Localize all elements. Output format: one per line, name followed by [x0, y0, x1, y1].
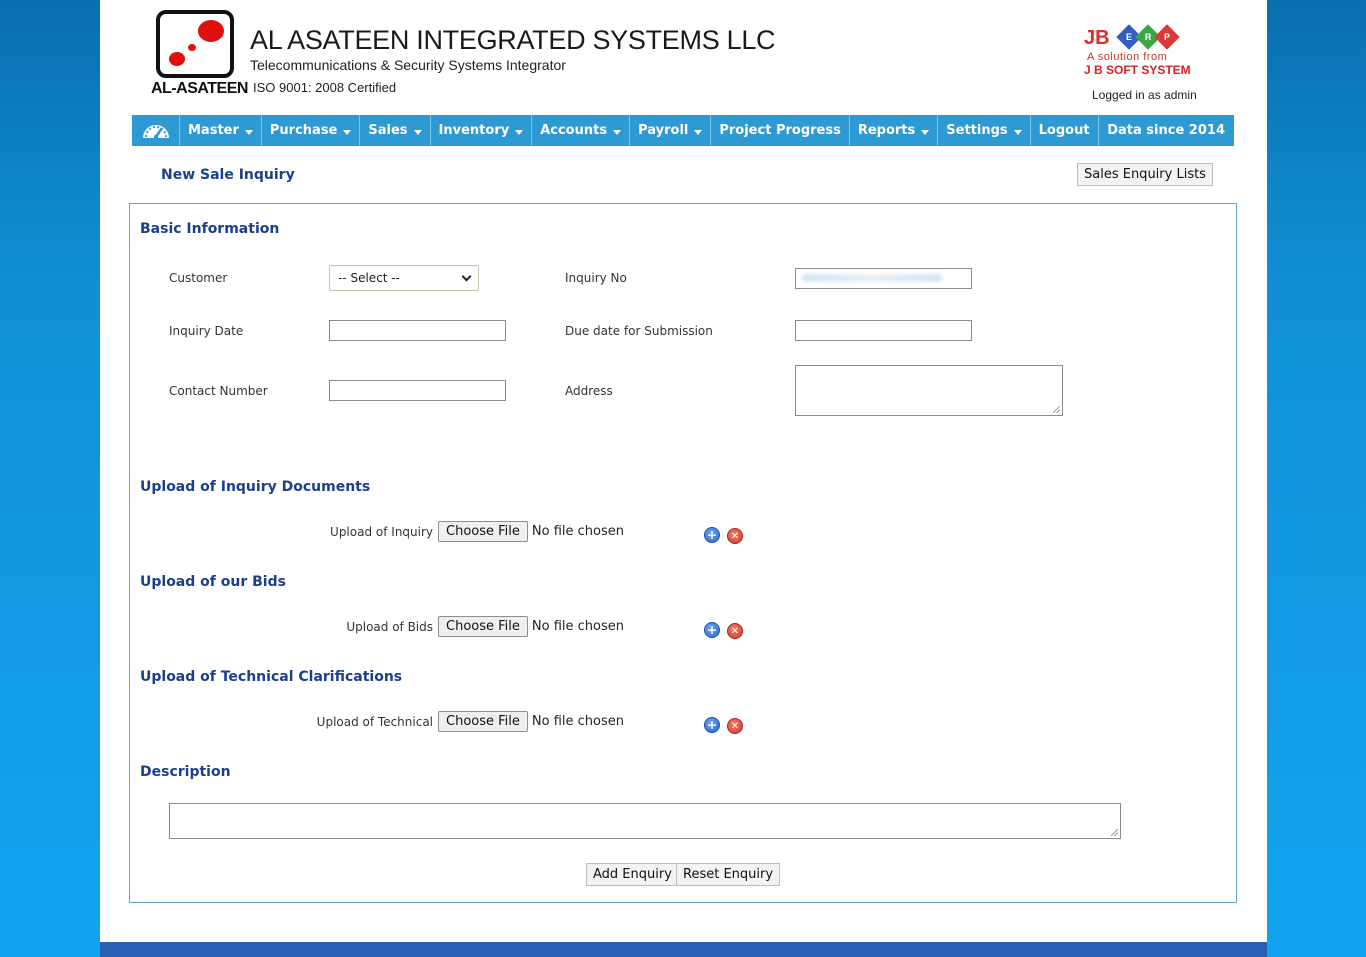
- contact-number-label: Contact Number: [169, 384, 268, 398]
- nav-inventory[interactable]: Inventory: [431, 115, 533, 146]
- company-name: AL ASATEEN INTEGRATED SYSTEMS LLC: [250, 25, 776, 55]
- remove-icon[interactable]: ✕: [727, 528, 743, 544]
- file-status: No file chosen: [531, 714, 624, 729]
- chevron-down-icon: [244, 129, 253, 135]
- page-container: AL-ASATEEN AL ASATEEN INTEGRATED SYSTEMS…: [100, 0, 1267, 957]
- file-status: No file chosen: [531, 619, 624, 634]
- logo-dot-large: [198, 20, 224, 42]
- chevron-down-icon: [613, 129, 622, 135]
- inquiry-no-value-redacted: [802, 274, 942, 282]
- footer-bar: [100, 942, 1267, 957]
- contact-number-field[interactable]: [329, 380, 506, 401]
- inquiry-date-label: Inquiry Date: [169, 324, 244, 338]
- vendor-logo: JB E R P: [1084, 24, 1180, 50]
- logo-text: AL-ASATEEN: [151, 80, 248, 97]
- company-iso: ISO 9001: 2008 Certified: [253, 80, 397, 95]
- nav-settings[interactable]: Settings: [938, 115, 1031, 146]
- due-date-field[interactable]: [795, 320, 972, 341]
- main-nav: Master Purchase Sales Inventory Accounts…: [132, 115, 1234, 146]
- company-tagline: Telecommunications & Security Systems In…: [250, 57, 566, 73]
- dashboard-icon: [142, 124, 169, 139]
- nav-logout[interactable]: Logout: [1031, 115, 1099, 146]
- upload-technical-title: Upload of Technical Clarifications: [140, 669, 403, 685]
- add-icon[interactable]: +: [704, 622, 720, 638]
- vendor-brand: JB: [1084, 26, 1110, 49]
- basic-information-title: Basic Information: [140, 221, 280, 237]
- upload-technical-row: Upload of Technical Choose File No file …: [317, 711, 624, 732]
- choose-file-button[interactable]: Choose File: [438, 616, 528, 637]
- customer-label: Customer: [169, 271, 228, 285]
- address-field[interactable]: [795, 365, 1063, 416]
- add-icon[interactable]: +: [704, 527, 720, 543]
- nav-accounts[interactable]: Accounts: [532, 115, 631, 146]
- due-date-label: Due date for Submission: [565, 324, 713, 338]
- logged-in-status: Logged in as admin: [1092, 88, 1197, 102]
- chevron-down-icon: [461, 271, 472, 281]
- upload-inquiry-title: Upload of Inquiry Documents: [140, 479, 371, 495]
- description-title: Description: [140, 764, 231, 780]
- upload-bids-label: Upload of Bids: [346, 619, 434, 634]
- inquiry-form: Basic Information Customer -- Select -- …: [129, 203, 1237, 903]
- chevron-down-icon: [1013, 129, 1022, 135]
- choose-file-button[interactable]: Choose File: [438, 711, 528, 732]
- resize-handle-icon[interactable]: [1111, 829, 1118, 836]
- nav-purchase[interactable]: Purchase: [262, 115, 361, 146]
- customer-select-value: -- Select --: [338, 271, 400, 285]
- logo-dot-medium: [169, 52, 185, 66]
- page-title: New Sale Inquiry: [161, 167, 295, 183]
- erp-badges: E R P: [1116, 24, 1180, 50]
- logo-dot-small: [188, 44, 196, 51]
- upload-bids-title: Upload of our Bids: [140, 574, 286, 590]
- chevron-down-icon: [694, 129, 703, 135]
- inquiry-date-field[interactable]: [329, 320, 506, 341]
- inquiry-no-field[interactable]: [795, 268, 972, 289]
- choose-file-button[interactable]: Choose File: [438, 521, 528, 542]
- file-status: No file chosen: [531, 524, 624, 539]
- customer-select[interactable]: -- Select --: [329, 265, 479, 291]
- add-icon[interactable]: +: [704, 717, 720, 733]
- chevron-down-icon: [515, 129, 524, 135]
- nav-payroll[interactable]: Payroll: [630, 115, 712, 146]
- erp-badge-p: P: [1154, 24, 1180, 50]
- remove-icon[interactable]: ✕: [727, 623, 743, 639]
- sales-enquiry-lists-button[interactable]: Sales Enquiry Lists: [1077, 163, 1213, 186]
- chevron-down-icon: [921, 129, 930, 135]
- nav-master[interactable]: Master: [180, 115, 262, 146]
- address-label: Address: [565, 384, 613, 398]
- reset-enquiry-button[interactable]: Reset Enquiry: [676, 863, 781, 886]
- upload-inquiry-row: Upload of Inquiry Choose File No file ch…: [330, 521, 624, 542]
- data-since-label: Data since 2014: [1107, 123, 1225, 138]
- nav-home[interactable]: [132, 115, 180, 146]
- add-enquiry-button[interactable]: Add Enquiry: [586, 863, 679, 886]
- inquiry-no-label: Inquiry No: [565, 271, 627, 285]
- company-logo: [156, 10, 234, 78]
- chevron-down-icon: [413, 129, 422, 135]
- resize-handle-icon[interactable]: [1053, 406, 1060, 413]
- description-field[interactable]: [169, 803, 1121, 839]
- nav-sales[interactable]: Sales: [360, 115, 431, 146]
- remove-icon[interactable]: ✕: [727, 718, 743, 734]
- vendor-line-2: J B SOFT SYSTEM: [1084, 63, 1191, 77]
- upload-bids-row: Upload of Bids Choose File No file chose…: [346, 616, 624, 637]
- upload-technical-label: Upload of Technical: [316, 714, 434, 729]
- nav-project-progress[interactable]: Project Progress: [711, 115, 850, 146]
- nav-reports[interactable]: Reports: [850, 115, 939, 146]
- vendor-line-1: A solution from: [1087, 51, 1168, 63]
- chevron-down-icon: [343, 129, 352, 135]
- upload-inquiry-label: Upload of Inquiry: [330, 524, 434, 539]
